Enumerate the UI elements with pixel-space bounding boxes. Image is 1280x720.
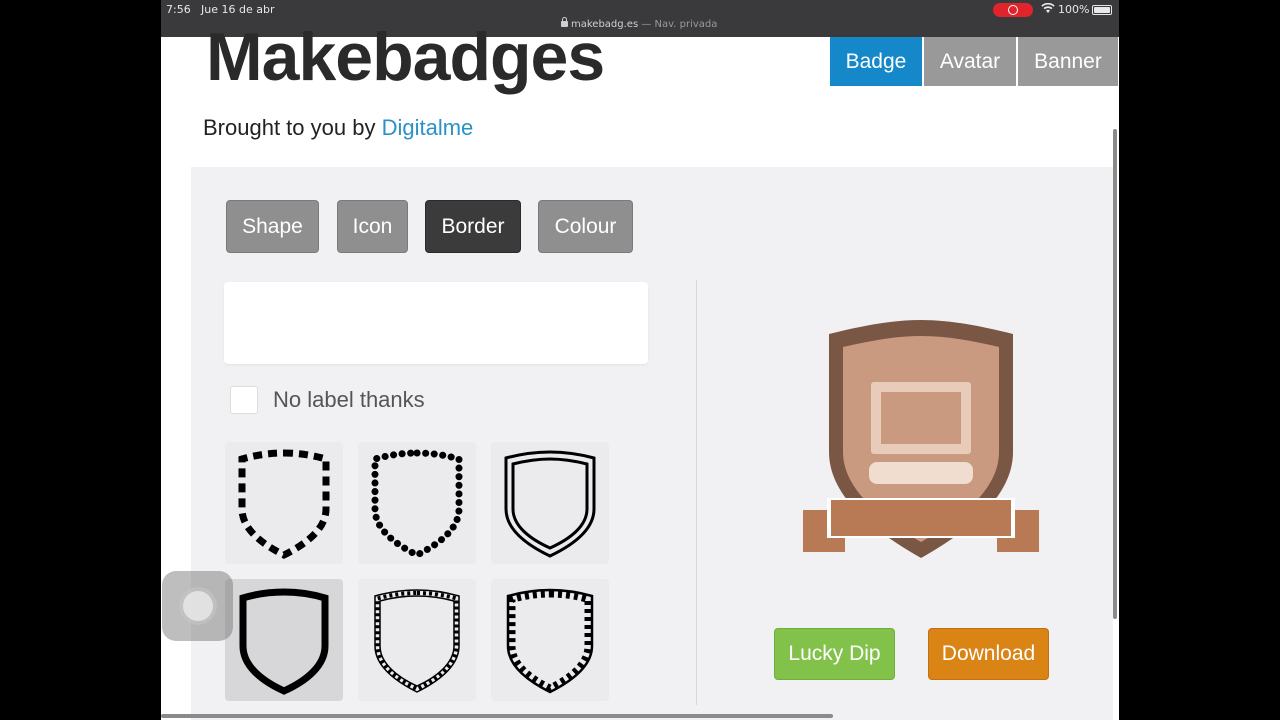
panel-divider [696, 280, 697, 705]
dotted-border-icon [371, 449, 463, 559]
border-option-dotted[interactable] [358, 442, 476, 564]
zigzag-border-icon [506, 588, 594, 694]
site-logo[interactable]: Makebadges [206, 17, 605, 99]
tab-border[interactable]: Border [425, 200, 521, 253]
battery-icon [1092, 5, 1112, 15]
nav-avatar[interactable]: Avatar [922, 37, 1016, 86]
border-option-dashed[interactable] [225, 442, 343, 564]
status-date: Jue 16 de abr [201, 3, 275, 16]
border-option-zigzag[interactable] [491, 579, 609, 701]
no-label-text[interactable]: No label thanks [273, 387, 425, 413]
tab-colour[interactable]: Colour [538, 200, 633, 253]
attribution-text: Brought to you by [203, 115, 376, 140]
digitalme-link[interactable]: Digitalme [382, 115, 474, 140]
border-option-thick[interactable] [225, 579, 343, 701]
double-line-border-icon [504, 450, 596, 558]
ipad-screen: 7:56 Jue 16 de abr makebadg.es — Nav. pr… [161, 0, 1119, 720]
attribution: Brought to you by Digitalme [203, 115, 473, 141]
nav-badge[interactable]: Badge [830, 37, 922, 86]
badge-editor: Shape Icon Border Colour No label thanks [191, 167, 1113, 720]
assistive-touch-button[interactable] [162, 571, 233, 641]
no-label-checkbox[interactable] [230, 386, 258, 414]
diamond-chain-border-icon [374, 589, 460, 693]
thick-border-icon [239, 588, 329, 695]
screen-recording-icon [993, 3, 1033, 17]
border-option-diamond[interactable] [358, 579, 476, 701]
badge-label-input[interactable] [224, 282, 648, 364]
lucky-dip-button[interactable]: Lucky Dip [774, 628, 895, 680]
computer-icon [869, 382, 973, 484]
shield-badge-preview [803, 320, 1039, 558]
top-navigation: Badge Avatar Banner [830, 37, 1118, 86]
nav-banner[interactable]: Banner [1016, 37, 1118, 86]
vertical-scrollbar[interactable] [1113, 129, 1117, 619]
tab-icon[interactable]: Icon [337, 200, 408, 253]
web-page: Makebadges Badge Avatar Banner Brought t… [161, 19, 1119, 720]
border-option-double[interactable] [491, 442, 609, 564]
tab-shape[interactable]: Shape [226, 200, 319, 253]
horizontal-scrollbar[interactable] [161, 714, 833, 718]
dashed-border-icon [238, 449, 330, 559]
status-time: 7:56 [166, 3, 191, 16]
battery-percentage: 100% [1058, 3, 1090, 16]
private-mode-label: — Nav. privada [641, 19, 718, 30]
wifi-icon [1041, 2, 1055, 17]
download-button[interactable]: Download [928, 628, 1049, 680]
badge-preview [791, 312, 1051, 572]
